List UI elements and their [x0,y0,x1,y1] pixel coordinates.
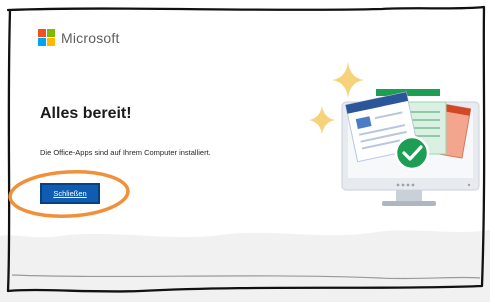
install-complete-message: Die Office-Apps sind auf Ihrem Computer … [40,148,211,157]
checkmark-icon [394,135,430,171]
microsoft-logo: Microsoft [38,29,120,46]
computer-illustration [309,62,480,206]
microsoft-logo-icon [38,29,55,46]
close-button[interactable]: Schließen [40,183,100,204]
brand-name: Microsoft [61,29,120,46]
sparkle-icon [332,62,364,98]
sparkle-icon [309,106,335,134]
page-title: Alles bereit! [40,105,132,122]
